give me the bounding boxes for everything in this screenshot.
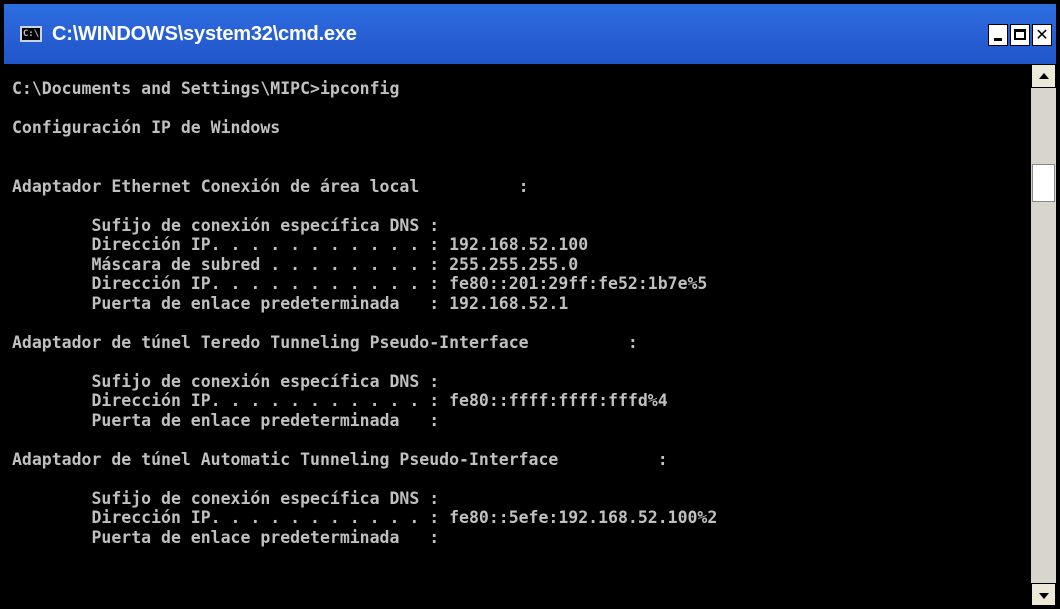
title-bar[interactable]: C:\ C:\WINDOWS\system32\cmd.exe ✕ — [4, 4, 1056, 64]
minimize-icon — [994, 38, 1002, 41]
console-output-area[interactable]: C:\Documents and Settings\MIPC>ipconfig … — [10, 64, 1031, 605]
scroll-down-button[interactable] — [1031, 583, 1056, 605]
close-icon: ✕ — [1035, 25, 1049, 44]
close-button[interactable]: ✕ — [1032, 24, 1052, 46]
minimize-button[interactable] — [988, 24, 1008, 46]
maximize-icon — [1014, 29, 1026, 40]
cmd-app-icon[interactable]: C:\ — [20, 26, 42, 42]
vertical-scrollbar[interactable] — [1031, 64, 1056, 605]
window-controls: ✕ — [988, 24, 1052, 46]
console-text: C:\Documents and Settings\MIPC>ipconfig … — [12, 79, 718, 547]
scroll-up-button[interactable] — [1031, 64, 1056, 88]
window-title: C:\WINDOWS\system32\cmd.exe — [52, 22, 357, 45]
maximize-button[interactable] — [1010, 24, 1030, 46]
scroll-up-arrow-icon — [1039, 73, 1049, 79]
scrollbar-thumb[interactable] — [1032, 164, 1055, 202]
scroll-down-arrow-icon — [1039, 593, 1049, 599]
cmd-window: C:\ C:\WINDOWS\system32\cmd.exe ✕ C:\Doc… — [0, 0, 1060, 609]
